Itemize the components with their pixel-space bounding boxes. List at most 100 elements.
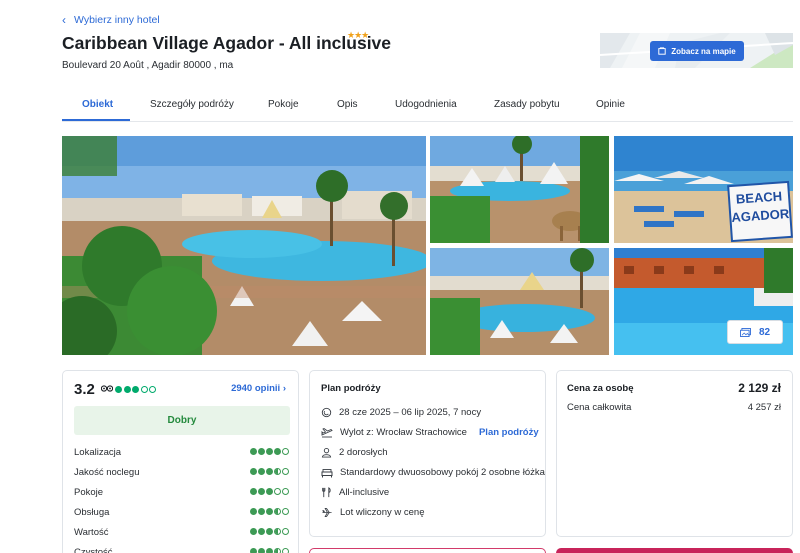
rating-category-dots: [250, 468, 289, 475]
rating-dot: [274, 468, 281, 475]
photos-icon: [740, 327, 751, 337]
guests-count: 2 dorosłych: [339, 447, 388, 458]
show-on-map-button[interactable]: Zobacz na mapie: [650, 41, 744, 61]
tab-udogodnienia[interactable]: Udogodnienia: [395, 99, 457, 110]
hotel-photo-pool-view[interactable]: [430, 248, 609, 355]
tab-pokoje[interactable]: Pokoje: [268, 99, 299, 110]
rating-dot: [274, 528, 281, 535]
rating-category-dots: [250, 548, 289, 553]
trip-plan-card: Plan podróży 28 cze 2025 – 06 lip 2025, …: [309, 370, 546, 537]
hotel-photo-pool-camel[interactable]: [430, 136, 609, 243]
rating-dot: [282, 528, 289, 535]
rating-category-dots: [250, 488, 289, 495]
grade-badge: Dobry: [74, 406, 290, 435]
map-pin-icon: [658, 47, 666, 55]
tripadvisor-owl-icon: [101, 385, 113, 392]
back-link-label: Wybierz inny hotel: [74, 14, 160, 26]
calendar-moon-icon: [321, 407, 332, 418]
back-link[interactable]: ‹ Wybierz inny hotel: [62, 13, 160, 27]
rating-category-label: Pokoje: [74, 487, 104, 498]
show-on-map-label: Zobacz na mapie: [671, 46, 736, 56]
gallery-count-label: 82: [758, 326, 771, 338]
reviews-link[interactable]: 2940 opinii ›: [231, 383, 286, 394]
rating-category-dots: [250, 448, 289, 455]
active-tab-indicator: [62, 119, 130, 121]
hotel-photo-main[interactable]: [62, 136, 426, 355]
room-type: Standardowy dwuosobowy pokój 2 osobne łó…: [340, 467, 545, 478]
rating-dot: [250, 468, 257, 475]
rating-dot: [250, 448, 257, 455]
rating-category-dots: [250, 528, 289, 535]
rating-category-row: Czystość: [74, 547, 289, 553]
chevron-right-icon: ›: [282, 383, 286, 394]
rating-dot: [250, 548, 257, 553]
rating-dot: [258, 448, 265, 455]
tripadvisor-dot: [149, 386, 156, 393]
rating-category-label: Wartość: [74, 527, 109, 538]
tripadvisor-dot: [132, 386, 139, 393]
rating-category-row: Pokoje: [74, 487, 289, 498]
rating-score: 3.2: [74, 381, 95, 398]
tab-zasady-pobytu[interactable]: Zasady pobytu: [494, 99, 560, 110]
rating-dot: [266, 508, 273, 515]
rating-dot: [258, 528, 265, 535]
rating-card: 3.2 2940 opinii › Dobry Lokalizacja Jakoś…: [62, 370, 299, 553]
departure-airport: Wylot z: Wrocław Strachowice: [340, 427, 467, 438]
rating-dot: [282, 548, 289, 553]
total-price-value: 4 257 zł: [747, 402, 781, 413]
hotel-title: Caribbean Village Agador - All inclusive: [62, 33, 392, 53]
rating-dot: [282, 488, 289, 495]
rating-category-row: Obsługa: [74, 507, 289, 518]
plane-icon: [322, 507, 332, 518]
tripadvisor-dot: [140, 386, 148, 393]
cutlery-icon: [322, 487, 331, 498]
rating-category-label: Obsługa: [74, 507, 110, 518]
price-per-person-value: 2 129 zł: [738, 381, 781, 395]
rating-dot: [258, 468, 265, 475]
rating-dot: [250, 488, 257, 495]
tripadvisor-dot: [123, 386, 131, 393]
tab-szczegoly-podrozy[interactable]: Szczegóły podróży: [150, 99, 234, 110]
rating-dot: [274, 548, 281, 553]
rating-dot: [258, 488, 265, 495]
hotel-photo-beach-sign[interactable]: BEACH AGADOR: [614, 136, 793, 243]
tab-obiekt[interactable]: Obiekt: [82, 99, 113, 110]
user-icon: [321, 448, 332, 458]
rating-category-row: Lokalizacja: [74, 447, 289, 458]
gallery-count-button[interactable]: 82: [727, 320, 783, 344]
trip-dates-row: 28 cze 2025 – 06 lip 2025, 7 nocy: [321, 407, 481, 418]
rating-dot: [274, 448, 281, 455]
rating-dot: [282, 468, 289, 475]
tab-opis[interactable]: Opis: [337, 99, 358, 110]
rating-dot: [266, 448, 273, 455]
board-row: All-inclusive: [321, 487, 389, 498]
rating-dot: [266, 548, 273, 553]
rating-dot: [282, 508, 289, 515]
rating-category-label: Lokalizacja: [74, 447, 121, 458]
total-price-label: Cena całkowita: [567, 402, 632, 413]
rating-dot: [258, 548, 265, 553]
tripadvisor-rating-dots: [115, 386, 156, 393]
price-card: Cena za osobę 2 129 zł Cena całkowita 4 …: [556, 370, 793, 537]
rating-category-label: Jakość noclegu: [74, 467, 140, 478]
tab-bar: Obiekt Szczegóły podróży Pokoje Opis Udo…: [62, 94, 793, 122]
guests-row: 2 dorosłych: [321, 447, 388, 458]
primary-action-button[interactable]: [556, 548, 793, 553]
trip-plan-title: Plan podróży: [321, 383, 381, 394]
trip-plan-link[interactable]: Plan podróży: [479, 427, 539, 438]
departure-row: Wylot z: Wrocław Strachowice Plan podróży: [321, 427, 539, 438]
rating-dot: [258, 508, 265, 515]
rating-dot: [266, 488, 273, 495]
rating-dot: [250, 508, 257, 515]
secondary-action-button[interactable]: [309, 548, 546, 553]
board-type: All-inclusive: [339, 487, 390, 498]
reviews-link-label: 2940 opinii: [231, 383, 281, 394]
rating-category-row: Wartość: [74, 527, 289, 538]
trip-dates: 28 cze 2025 – 06 lip 2025, 7 nocy: [339, 407, 482, 418]
tab-opinie[interactable]: Opinie: [596, 99, 625, 110]
price-per-person-label: Cena za osobę: [567, 383, 634, 394]
rating-dot: [282, 448, 289, 455]
chevron-left-icon: ‹: [62, 13, 66, 27]
rating-category-label: Czystość: [74, 547, 113, 553]
plane-takeoff-icon: [321, 427, 333, 438]
